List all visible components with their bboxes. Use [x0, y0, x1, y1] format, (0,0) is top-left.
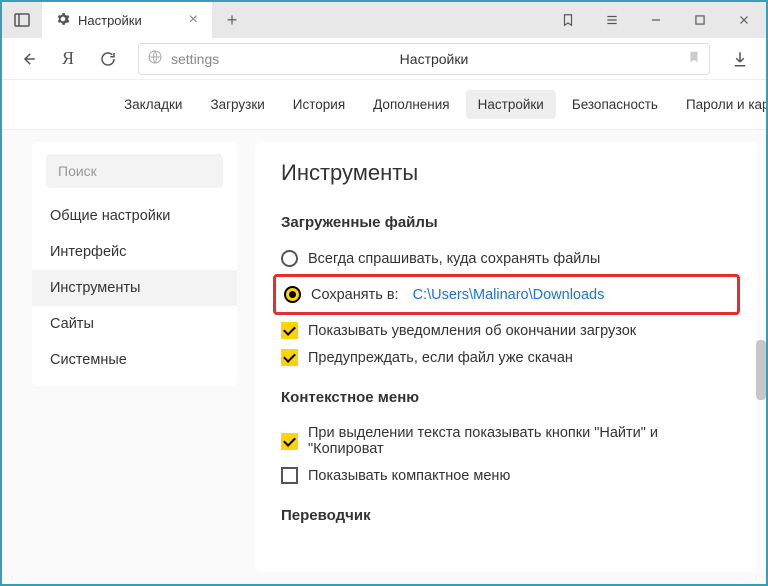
radio-ask-always[interactable]: Всегда спрашивать, куда сохранять файлы: [279, 245, 734, 272]
sidebar-item[interactable]: Инструменты: [32, 270, 237, 306]
reload-button[interactable]: [90, 41, 126, 77]
new-tab-button[interactable]: +: [212, 2, 252, 38]
checkbox-compact-menu[interactable]: Показывать компактное меню: [279, 462, 734, 489]
downloads-button[interactable]: [722, 50, 758, 68]
bookmarks-button[interactable]: [546, 2, 590, 38]
browser-tab[interactable]: Настройки ×: [42, 2, 212, 38]
tabview-button[interactable]: [2, 2, 42, 38]
checkbox-warn-duplicate[interactable]: Предупреждать, если файл уже скачан: [279, 344, 734, 371]
checkbox-icon: [281, 322, 298, 339]
tabnav-item[interactable]: Загрузки: [198, 90, 276, 119]
sidebar-item[interactable]: Сайты: [32, 306, 237, 342]
section-translator-title: Переводчик: [281, 507, 734, 524]
addressbar: Я settings Настройки: [2, 38, 766, 80]
section-downloads-title: Загруженные файлы: [281, 214, 734, 231]
search-placeholder: Поиск: [58, 163, 97, 179]
sidebar-item[interactable]: Общие настройки: [32, 198, 237, 234]
globe-icon: [147, 49, 163, 68]
page-heading: Инструменты: [281, 160, 734, 186]
section-context-title: Контекстное меню: [281, 389, 734, 406]
omnibox[interactable]: settings Настройки: [138, 43, 710, 75]
content-area: Поиск Общие настройкиИнтерфейсИнструмент…: [2, 130, 766, 584]
tabnav-item[interactable]: Безопасность: [560, 90, 670, 119]
radio-save-to[interactable]: Сохранять в: C:\Users\Malinaro\Downloads: [282, 281, 731, 308]
checkbox-selection-buttons[interactable]: При выделении текста показывать кнопки "…: [279, 420, 734, 462]
checkbox-icon: [281, 349, 298, 366]
omnibox-title: Настройки: [241, 51, 687, 67]
sidebar-item[interactable]: Системные: [32, 342, 237, 378]
tab-title: Настройки: [78, 13, 142, 28]
minimize-button[interactable]: [634, 2, 678, 38]
radio-icon: [281, 250, 298, 267]
radio-label: Всегда спрашивать, куда сохранять файлы: [308, 251, 600, 267]
browser-window: Настройки × + Я: [0, 0, 768, 586]
tab-close-button[interactable]: ×: [185, 11, 202, 29]
checkbox-label: Предупреждать, если файл уже скачан: [308, 350, 573, 366]
radio-label: Сохранять в:: [311, 287, 399, 303]
menu-button[interactable]: [590, 2, 634, 38]
bookmark-icon[interactable]: [687, 49, 701, 68]
save-path-link[interactable]: C:\Users\Malinaro\Downloads: [413, 287, 605, 303]
close-window-button[interactable]: [722, 2, 766, 38]
checkbox-icon: [281, 467, 298, 484]
titlebar: Настройки × +: [2, 2, 766, 38]
gear-icon: [56, 12, 70, 29]
tabnav-item[interactable]: Настройки: [466, 90, 556, 119]
scrollbar-thumb[interactable]: [756, 340, 766, 400]
radio-icon: [284, 286, 301, 303]
tabnav-item[interactable]: История: [281, 90, 357, 119]
checkbox-label: Показывать компактное меню: [308, 468, 510, 484]
back-button[interactable]: [10, 41, 46, 77]
maximize-button[interactable]: [678, 2, 722, 38]
omnibox-url: settings: [171, 51, 241, 67]
settings-sidebar: Поиск Общие настройкиИнтерфейсИнструмент…: [32, 142, 237, 386]
checkbox-icon: [281, 433, 298, 450]
sidebar-search[interactable]: Поиск: [46, 154, 223, 188]
highlight-save-location: Сохранять в: C:\Users\Malinaro\Downloads: [273, 274, 740, 315]
settings-tabnav: ЗакладкиЗагрузкиИсторияДополненияНастрой…: [2, 80, 766, 130]
checkbox-show-notifications[interactable]: Показывать уведомления об окончании загр…: [279, 317, 734, 344]
tabnav-item[interactable]: Закладки: [112, 90, 194, 119]
tabnav-item[interactable]: Пароли и карты: [674, 90, 768, 119]
checkbox-label: Показывать уведомления об окончании загр…: [308, 323, 636, 339]
sidebar-item[interactable]: Интерфейс: [32, 234, 237, 270]
settings-main: Инструменты Загруженные файлы Всегда спр…: [255, 142, 758, 572]
yandex-home-button[interactable]: Я: [50, 41, 86, 77]
tabnav-item[interactable]: Дополнения: [361, 90, 461, 119]
checkbox-label: При выделении текста показывать кнопки "…: [308, 425, 732, 457]
